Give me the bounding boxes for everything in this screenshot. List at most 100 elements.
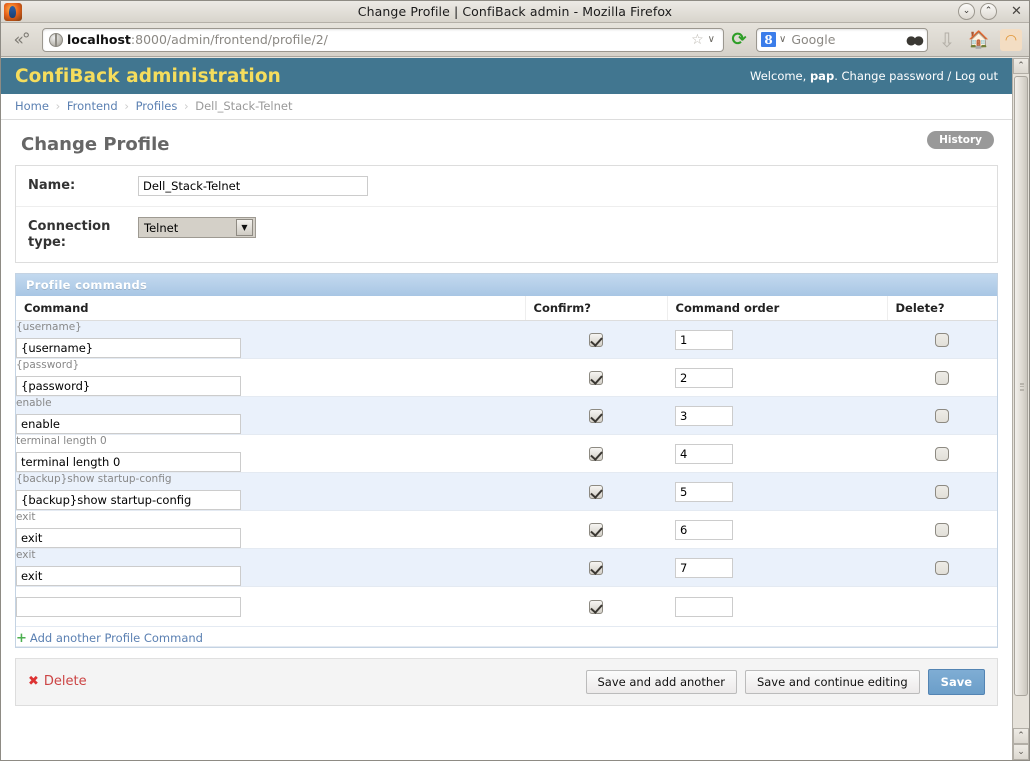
page-viewport: ConfiBack administration Welcome, pap. C… — [1, 58, 1012, 760]
delete-cell — [887, 396, 997, 434]
command-input-empty[interactable] — [16, 597, 241, 617]
scroll-down-button-2[interactable]: ⌄ — [1013, 744, 1029, 760]
command-cell — [16, 586, 525, 626]
command-order-input[interactable] — [675, 558, 733, 578]
command-order-input[interactable] — [675, 368, 733, 388]
delete-checkbox[interactable] — [935, 561, 949, 575]
add-another-profile-command-link[interactable]: +Add another Profile Command — [16, 631, 203, 645]
user-tools: Welcome, pap. Change password / Log out — [750, 69, 998, 83]
column-header-command: Command — [16, 296, 525, 321]
command-order-input[interactable] — [675, 520, 733, 540]
minimize-button[interactable]: ⌄ — [958, 3, 975, 20]
delete-checkbox[interactable] — [935, 523, 949, 537]
url-path: :8000/admin/frontend/profile/2/ — [131, 32, 328, 47]
delete-checkbox[interactable] — [935, 447, 949, 461]
google-logo-icon[interactable]: 8 — [761, 32, 776, 47]
scrollbar-track[interactable] — [1013, 74, 1029, 728]
delete-checkbox[interactable] — [935, 333, 949, 347]
profile-commands-module: Profile commands Command Confirm? Comman… — [15, 273, 998, 648]
bookmark-star-icon[interactable]: ☆ — [689, 32, 706, 48]
confirm-cell — [525, 510, 667, 548]
welcome-prefix: Welcome, — [750, 69, 810, 83]
reload-icon[interactable]: ⟳ — [730, 31, 748, 49]
downloads-button[interactable]: ⇩ — [934, 27, 960, 53]
command-order-input[interactable] — [675, 406, 733, 426]
chevron-down-icon[interactable]: ∨ — [706, 34, 719, 45]
delete-cell — [887, 320, 997, 358]
command-order-input[interactable] — [675, 330, 733, 350]
command-input[interactable] — [16, 528, 241, 548]
confirm-checkbox[interactable] — [589, 409, 603, 423]
table-row: exit — [16, 548, 997, 586]
command-cell: {username} — [16, 320, 525, 358]
table-row-empty — [16, 586, 997, 626]
url-text: localhost:8000/admin/frontend/profile/2/ — [67, 32, 689, 47]
confirm-checkbox[interactable] — [589, 333, 603, 347]
search-input[interactable]: Google — [791, 32, 906, 47]
scroll-up-button[interactable]: ⌃ — [1013, 58, 1029, 74]
add-another-cell: +Add another Profile Command — [16, 626, 997, 646]
confirm-checkbox[interactable] — [589, 561, 603, 575]
save-button[interactable]: Save — [928, 669, 985, 695]
delete-checkbox[interactable] — [935, 371, 949, 385]
search-bar[interactable]: 8 ∨ Google ●● — [756, 28, 928, 52]
submit-buttons: Save and add another Save and continue e… — [586, 669, 986, 695]
command-input[interactable] — [16, 490, 241, 510]
vertical-scrollbar[interactable]: ⌃ ⌃ ⌄ — [1012, 58, 1029, 760]
page-title: Change Profile — [21, 134, 998, 155]
user-links[interactable]: . Change password / Log out — [834, 69, 998, 83]
window-controls: ⌄ ⌃ ✕ — [958, 3, 1025, 20]
scrollbar-thumb[interactable] — [1014, 76, 1028, 696]
confirm-checkbox[interactable] — [589, 523, 603, 537]
breadcrumb-home[interactable]: Home — [15, 99, 49, 113]
back-forward-icon[interactable]: «° — [6, 28, 36, 52]
save-and-add-another-button[interactable]: Save and add another — [586, 670, 737, 694]
command-order-input[interactable] — [675, 482, 733, 502]
home-button[interactable]: 🏠 — [966, 27, 992, 53]
command-cell: {backup}show startup-config — [16, 472, 525, 510]
command-cell: terminal length 0 — [16, 434, 525, 472]
command-input[interactable] — [16, 414, 241, 434]
delete-link[interactable]: ✖Delete — [28, 674, 87, 689]
table-row: terminal length 0 — [16, 434, 997, 472]
address-bar[interactable]: localhost:8000/admin/frontend/profile/2/… — [42, 28, 724, 52]
close-button[interactable]: ✕ — [1008, 3, 1025, 20]
command-order-input-empty[interactable] — [675, 597, 733, 617]
breadcrumb-profiles[interactable]: Profiles — [136, 99, 178, 113]
breadcrumb-separator: › — [53, 99, 64, 113]
order-cell — [667, 358, 887, 396]
command-input[interactable] — [16, 566, 241, 586]
column-header-command-order: Command order — [667, 296, 887, 321]
command-input[interactable] — [16, 452, 241, 472]
order-cell — [667, 320, 887, 358]
command-input[interactable] — [16, 338, 241, 358]
globe-icon — [49, 33, 63, 47]
save-and-continue-editing-button[interactable]: Save and continue editing — [745, 670, 920, 694]
confirm-checkbox[interactable] — [589, 371, 603, 385]
command-original-text: {username} — [16, 321, 525, 337]
command-input[interactable] — [16, 376, 241, 396]
confirm-checkbox[interactable] — [589, 485, 603, 499]
plus-icon: + — [16, 631, 30, 646]
username: pap — [810, 69, 834, 83]
history-button[interactable]: History — [927, 131, 994, 149]
confirm-checkbox[interactable] — [589, 447, 603, 461]
confirm-checkbox-empty[interactable] — [589, 600, 603, 614]
connection-type-select[interactable]: Telnet ▼ — [138, 217, 256, 238]
breadcrumb-frontend[interactable]: Frontend — [67, 99, 118, 113]
delete-cell — [887, 510, 997, 548]
maximize-button[interactable]: ⌃ — [980, 3, 997, 20]
delete-checkbox[interactable] — [935, 485, 949, 499]
download-arrow-icon: ⇩ — [939, 28, 956, 52]
command-order-input[interactable] — [675, 444, 733, 464]
column-header-confirm: Confirm? — [525, 296, 667, 321]
window-titlebar: Change Profile | ConfiBack admin - Mozil… — [1, 1, 1029, 23]
scroll-down-button[interactable]: ⌃ — [1013, 728, 1029, 744]
submit-row: ✖Delete Save and add another Save and co… — [15, 658, 998, 706]
delete-cell — [887, 586, 997, 626]
delete-checkbox[interactable] — [935, 409, 949, 423]
feed-button[interactable]: ◠ — [998, 27, 1024, 53]
breadcrumb-separator: › — [121, 99, 132, 113]
name-input[interactable] — [138, 176, 368, 196]
chevron-down-icon[interactable]: ∨ — [776, 34, 791, 45]
